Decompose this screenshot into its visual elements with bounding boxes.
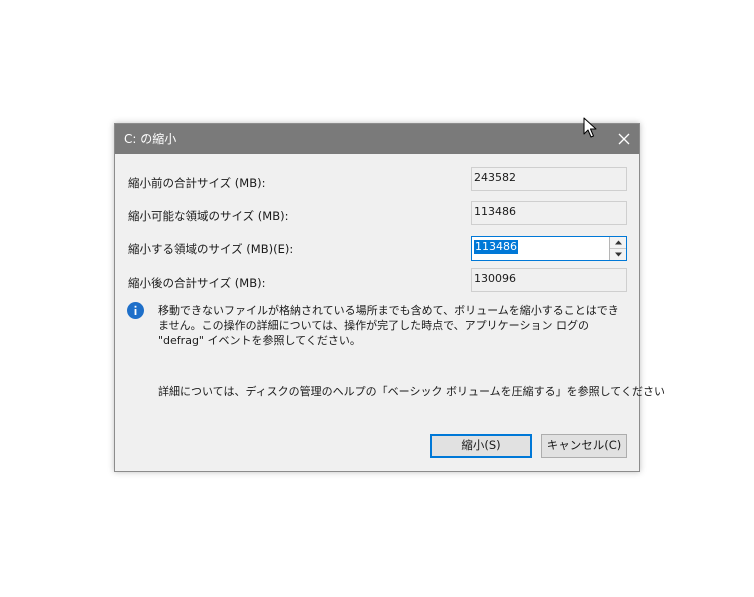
total-size-before-field: 243582 xyxy=(471,167,627,191)
shrink-amount-input[interactable]: 113486 xyxy=(471,236,627,261)
chevron-down-icon xyxy=(615,252,622,257)
available-shrink-space-field: 113486 xyxy=(471,201,627,225)
title-bar[interactable]: C: の縮小 xyxy=(115,124,639,154)
shrink-volume-dialog: C: の縮小 縮小前の合計サイズ (MB): 243582 縮小可能な領域のサイ… xyxy=(114,123,665,472)
shrink-amount-value[interactable]: 113486 xyxy=(474,240,518,254)
shrink-amount-label: 縮小する領域のサイズ (MB)(E): xyxy=(128,242,294,256)
close-button[interactable] xyxy=(609,124,639,154)
stepper-down-button[interactable] xyxy=(610,249,626,260)
info-icon xyxy=(127,302,144,319)
help-message: 詳細については、ディスクの管理のヘルプの「ベーシック ボリュームを圧縮する」を参… xyxy=(158,385,665,398)
total-size-after-field: 130096 xyxy=(471,268,627,292)
shrink-button[interactable]: 縮小(S) xyxy=(430,434,532,458)
available-shrink-space-label: 縮小可能な領域のサイズ (MB): xyxy=(128,209,289,223)
total-size-after-label: 縮小後の合計サイズ (MB): xyxy=(128,276,266,290)
shrink-amount-stepper[interactable] xyxy=(609,237,626,260)
stepper-up-button[interactable] xyxy=(610,237,626,249)
total-size-before-label: 縮小前の合計サイズ (MB): xyxy=(128,176,266,190)
info-message: 移動できないファイルが格納されている場所までも含めて、ボリュームを縮小することは… xyxy=(158,304,619,347)
chevron-up-icon xyxy=(615,240,622,245)
window-title: C: の縮小 xyxy=(124,132,177,146)
cancel-button[interactable]: キャンセル(C) xyxy=(541,434,627,458)
close-icon xyxy=(618,133,630,145)
mouse-pointer-icon xyxy=(583,117,597,139)
